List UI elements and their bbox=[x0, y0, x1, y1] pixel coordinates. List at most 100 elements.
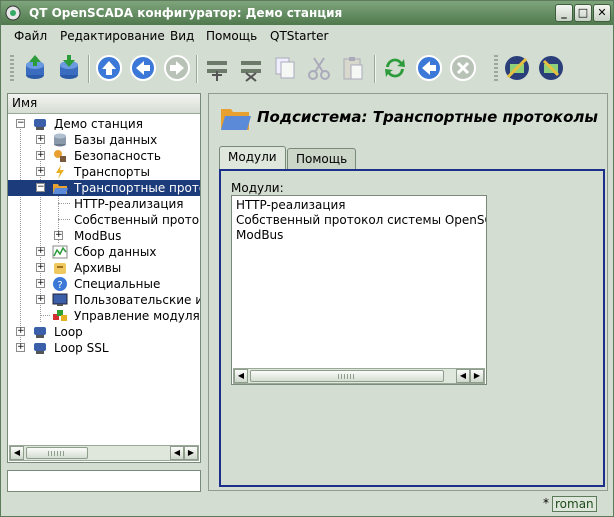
expand-icon[interactable]: + bbox=[36, 279, 45, 288]
tree-item[interactable]: + Пользовательские ин bbox=[8, 292, 200, 308]
toolbar-separator bbox=[374, 55, 376, 83]
refresh-button[interactable] bbox=[380, 53, 410, 83]
tree-item[interactable]: HTTP-реализация bbox=[8, 196, 200, 212]
close-button[interactable]: ✕ bbox=[593, 4, 611, 22]
tree-item[interactable]: + Loop bbox=[8, 324, 200, 340]
message-field[interactable] bbox=[7, 470, 201, 492]
expand-icon[interactable]: + bbox=[36, 167, 45, 176]
back-button[interactable] bbox=[128, 53, 158, 83]
folder-icon bbox=[53, 184, 68, 194]
tree-item[interactable]: Собственный протоко bbox=[8, 212, 200, 228]
db-save-button[interactable] bbox=[54, 53, 84, 83]
stop-button[interactable] bbox=[448, 53, 478, 83]
cut-icon bbox=[308, 57, 330, 80]
menu-help[interactable]: Помощь bbox=[206, 29, 257, 43]
daq-icon bbox=[52, 245, 68, 259]
menu-qtstarter[interactable]: QTStarter bbox=[270, 29, 328, 43]
expand-icon[interactable]: + bbox=[36, 263, 45, 272]
menu-file[interactable]: Файл bbox=[14, 29, 47, 43]
tree-item[interactable]: + Архивы bbox=[8, 260, 200, 276]
minimize-button[interactable]: _ bbox=[555, 4, 573, 22]
tree-horizontal-scrollbar[interactable]: ◀ ◀ ▶ bbox=[9, 445, 199, 461]
tree-item[interactable]: + Loop SSL bbox=[8, 340, 200, 356]
tool-a-icon bbox=[505, 56, 529, 80]
refresh-icon bbox=[385, 58, 405, 78]
tool-b-button[interactable] bbox=[536, 53, 566, 83]
list-item[interactable]: ModBus bbox=[236, 228, 283, 242]
station-icon bbox=[34, 343, 46, 354]
collapse-icon[interactable]: − bbox=[16, 119, 25, 128]
expand-icon[interactable]: + bbox=[36, 295, 45, 304]
up-button[interactable] bbox=[94, 53, 124, 83]
collapse-icon[interactable]: − bbox=[36, 183, 45, 192]
db-load-button[interactable] bbox=[20, 53, 50, 83]
tree-item[interactable]: + ? Специальные bbox=[8, 276, 200, 292]
expand-icon[interactable]: + bbox=[16, 343, 25, 352]
expand-icon[interactable]: + bbox=[54, 231, 63, 240]
forward-button[interactable] bbox=[162, 53, 192, 83]
cut-button[interactable] bbox=[304, 53, 334, 83]
tree-item[interactable]: + Сбор данных bbox=[8, 244, 200, 260]
menu-view[interactable]: Вид bbox=[170, 29, 194, 43]
modified-indicator: * bbox=[543, 496, 549, 510]
scroll-left-icon[interactable]: ◀ bbox=[170, 446, 184, 460]
previous-button[interactable] bbox=[414, 53, 444, 83]
scrollbar-thumb[interactable] bbox=[250, 370, 444, 382]
delete-item-icon bbox=[241, 61, 261, 82]
window-title: QT OpenSCADA конфигуратор: Демо станция bbox=[29, 6, 343, 20]
menu-edit[interactable]: Редактирование bbox=[60, 29, 165, 43]
tab-modules[interactable]: Модули bbox=[219, 146, 286, 170]
tab-help[interactable]: Помощь bbox=[287, 148, 357, 169]
toolbar-grip[interactable] bbox=[10, 55, 14, 83]
previous-icon bbox=[416, 55, 442, 81]
scroll-left-icon[interactable]: ◀ bbox=[10, 446, 24, 460]
archive-icon bbox=[54, 263, 66, 274]
tree-item-selected[interactable]: − Транспортные протокол bbox=[8, 180, 200, 196]
menu-bar: Файл Редактирование Вид Помощь QTStarter bbox=[2, 26, 612, 48]
modules-icon bbox=[53, 310, 67, 321]
scroll-left-icon[interactable]: ◀ bbox=[234, 369, 248, 383]
expand-icon[interactable]: + bbox=[36, 151, 45, 160]
stop-icon bbox=[450, 55, 476, 81]
expand-icon[interactable]: + bbox=[16, 327, 25, 336]
maximize-button[interactable]: □ bbox=[574, 4, 592, 22]
tree-item[interactable]: + ModBus bbox=[8, 228, 200, 244]
db-down-icon bbox=[60, 55, 78, 79]
tree-column-header[interactable]: Имя bbox=[8, 94, 200, 114]
scroll-right-icon[interactable]: ▶ bbox=[184, 446, 198, 460]
title-bar[interactable]: QT OpenSCADA конфигуратор: Демо станция … bbox=[1, 1, 613, 25]
modules-label: Модули: bbox=[231, 181, 284, 195]
tool-a-button[interactable] bbox=[502, 53, 532, 83]
list-item[interactable]: HTTP-реализация bbox=[236, 198, 346, 212]
navigation-tree[interactable]: Имя − Демо станция + Базы данных + Безоп… bbox=[7, 93, 201, 463]
tool-b-icon bbox=[539, 56, 563, 80]
scroll-right-icon[interactable]: ▶ bbox=[470, 369, 484, 383]
toolbar-separator bbox=[88, 55, 90, 83]
station-icon bbox=[34, 119, 46, 130]
paste-icon bbox=[343, 57, 363, 80]
tree-item[interactable]: − Демо станция bbox=[8, 116, 200, 132]
openscada-app-icon bbox=[5, 5, 21, 21]
user-indicator[interactable]: roman bbox=[552, 496, 597, 512]
tree-item[interactable]: + Базы данных bbox=[8, 132, 200, 148]
special-icon: ? bbox=[53, 277, 67, 291]
tree-item[interactable]: + Безопасность bbox=[8, 148, 200, 164]
ui-icon bbox=[52, 293, 68, 306]
scroll-left-icon[interactable]: ◀ bbox=[456, 369, 470, 383]
tree-item[interactable]: Управление модулям bbox=[8, 308, 200, 324]
tree-item[interactable]: + Транспорты bbox=[8, 164, 200, 180]
modules-tab-content: Модули: HTTP-реализация Собственный прот… bbox=[219, 169, 605, 487]
list-horizontal-scrollbar[interactable]: ◀ ◀ ▶ bbox=[233, 368, 485, 384]
add-item-button[interactable] bbox=[202, 53, 232, 83]
delete-item-button[interactable] bbox=[236, 53, 266, 83]
scrollbar-thumb[interactable] bbox=[26, 447, 88, 459]
modules-list[interactable]: HTTP-реализация Собственный протокол сис… bbox=[231, 195, 487, 385]
list-item[interactable]: Собственный протокол системы OpenSCADA bbox=[236, 213, 486, 227]
paste-button[interactable] bbox=[338, 53, 368, 83]
toolbar-grip[interactable] bbox=[494, 55, 498, 83]
copy-button[interactable] bbox=[270, 53, 300, 83]
copy-icon bbox=[275, 57, 295, 79]
expand-icon[interactable]: + bbox=[36, 247, 45, 256]
add-item-icon bbox=[207, 61, 227, 81]
expand-icon[interactable]: + bbox=[36, 135, 45, 144]
